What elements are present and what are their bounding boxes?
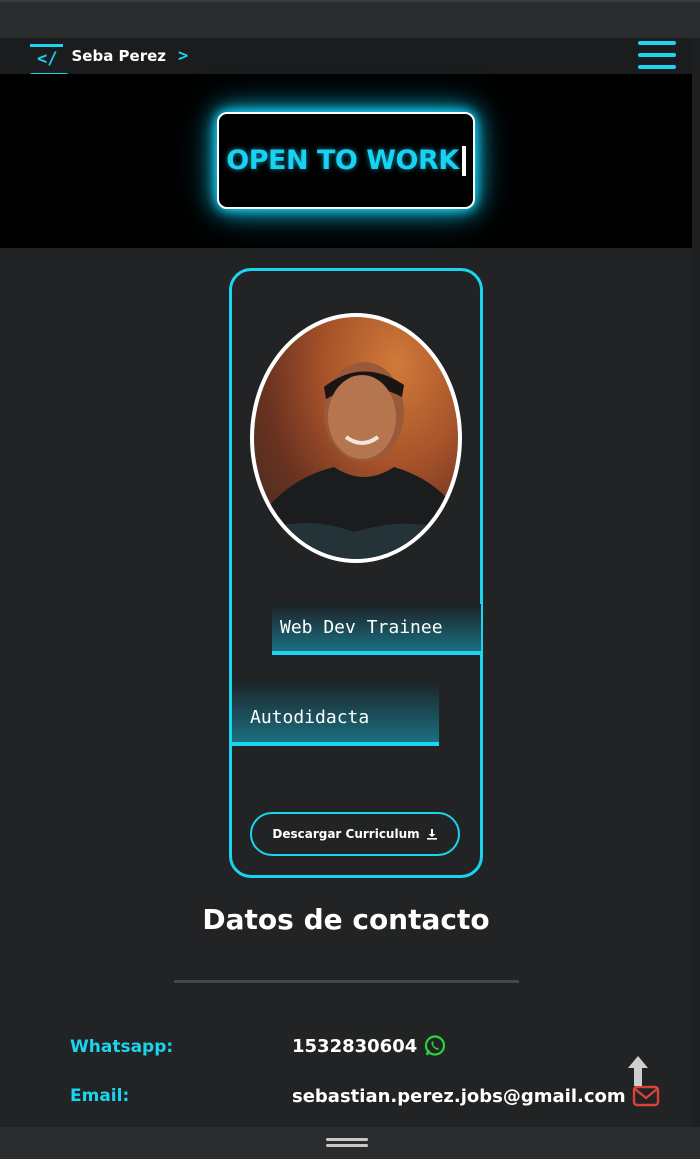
scroll-to-top-arrow-icon[interactable] [626,1054,650,1088]
gesture-handle-icon[interactable] [326,1138,368,1141]
role-tag: Web Dev Trainee [272,604,481,655]
whatsapp-icon[interactable] [423,1034,447,1058]
trait-tag-text: Autodidacta [250,706,370,728]
browser-bottom-bar [0,1127,700,1159]
download-cv-button[interactable]: Descargar Curriculum [250,812,460,856]
download-icon [426,829,437,840]
whatsapp-label: Whatsapp: [70,1037,174,1057]
whatsapp-number-link[interactable]: 1532830604 [292,1036,417,1057]
envelope-icon[interactable] [632,1085,660,1107]
page-scroll-edge [692,38,700,1127]
hamburger-menu-icon[interactable] [638,41,676,69]
email-address-link[interactable]: sebastian.perez.jobs@gmail.com [292,1086,626,1107]
hero-banner: OPEN TO WORK [0,74,692,248]
trait-tag: Autodidacta [232,680,439,746]
browser-top-strip [0,0,700,38]
download-cv-label: Descargar Curriculum [272,827,420,841]
role-tag-text: Web Dev Trainee [280,617,443,638]
contact-section-title: Datos de contacto [202,903,490,936]
brand-open-tag: </ [30,43,64,69]
navbar: </ Seba Perez > [0,38,700,77]
brand-close-tag: > [178,46,189,66]
email-label: Email: [70,1086,130,1106]
profile-photo [250,313,462,563]
email-row: sebastian.perez.jobs@gmail.com [292,1085,660,1107]
open-to-work-box: OPEN TO WORK [217,112,475,209]
whatsapp-row: 1532830604 [292,1034,447,1058]
brand-logo-link[interactable]: </ Seba Perez > [30,38,188,74]
hero-headline: OPEN TO WORK [226,145,459,176]
section-divider [174,980,519,983]
brand-name: Seba Perez [71,47,167,65]
gesture-handle-line [326,1144,368,1147]
typing-cursor [461,145,466,176]
